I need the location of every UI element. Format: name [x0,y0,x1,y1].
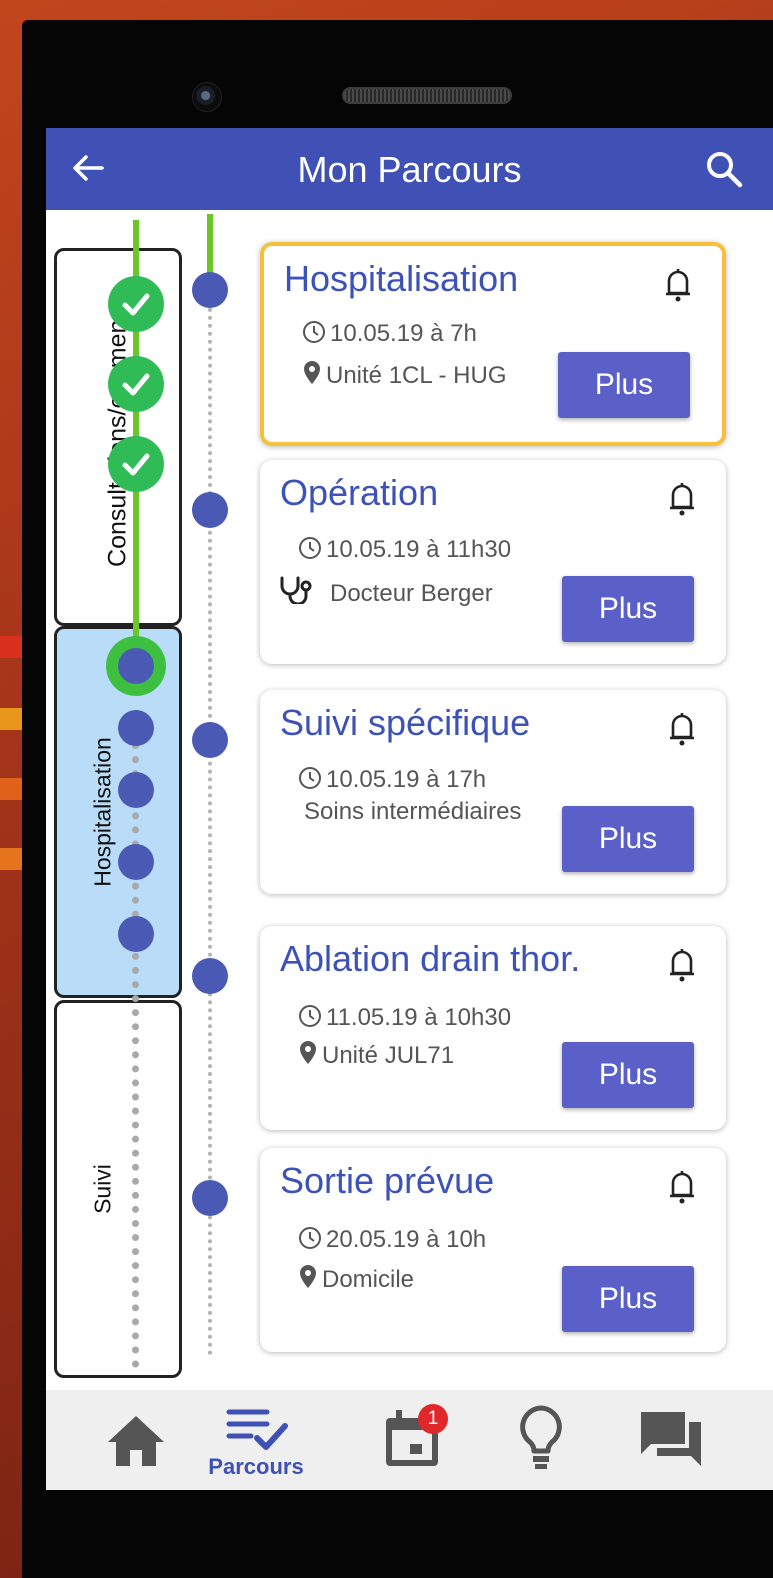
clock-icon [299,1227,321,1249]
nav-ideas[interactable] [506,1390,576,1490]
front-camera [192,82,222,112]
location-pin-icon [300,1041,316,1064]
bell-icon[interactable] [664,708,700,748]
plus-button[interactable]: Plus [558,352,690,418]
lightbulb-icon [520,1405,562,1469]
home-icon [108,1416,164,1466]
bell-icon[interactable] [660,264,696,304]
phase-step-dot [118,710,154,746]
phase-pending-line [132,728,139,1368]
notification-badge: 1 [418,1404,448,1434]
page-title: Mon Parcours [297,149,522,190]
stethoscope-icon [280,576,312,606]
event-datetime-text: 10.05.19 à 17h [326,766,487,793]
background-stripe [0,636,24,658]
phase-step-dot [118,648,154,684]
nav-label: Parcours [208,1454,304,1479]
event-datetime-text: 10.05.19 à 11h30 [326,536,512,563]
phase-step-dot [118,772,154,808]
event-title: Opération [280,472,439,513]
clock-icon [299,767,321,789]
bottom-navigation: Parcours 1 [46,1390,773,1490]
event-detail: Soins intermédiaires [304,798,521,826]
phase-suivi[interactable]: Suivi [54,1000,182,1378]
event-title: Hospitalisation [284,258,519,299]
phase-step-dot [118,844,154,880]
bell-icon[interactable] [664,944,700,984]
timeline-dot [192,722,228,758]
phase-label: Hospitalisation [89,737,116,887]
event-title: Ablation drain thor. [280,938,581,979]
background-stripe [0,848,24,870]
event-detail: Docteur Berger [278,576,493,608]
chat-icon [641,1412,701,1466]
timeline-dot [192,272,228,308]
nav-calendar[interactable]: 1 [372,1390,452,1490]
clock-icon [303,321,325,343]
completed-check-icon [108,436,164,492]
clock-icon [299,1005,321,1027]
event-title: Suivi spécifique [280,702,531,743]
timeline-dot [192,492,228,528]
completed-check-icon [108,356,164,412]
checklist-icon [226,1409,288,1450]
event-title: Sortie prévue [280,1160,495,1201]
plus-button[interactable]: Plus [562,1266,694,1332]
plus-button[interactable]: Plus [562,806,694,872]
timeline-dot [192,958,228,994]
clock-icon [299,537,321,559]
event-detail-text: Unité JUL71 [322,1042,455,1069]
event-card-sortie[interactable]: Sortie prévue 20.05.19 à 10h Domicile Pl… [260,1148,726,1352]
event-detail: Domicile [298,1264,414,1294]
event-detail: Unité 1CL - HUG [302,360,507,390]
location-pin-icon [300,1265,316,1288]
event-datetime-text: 20.05.19 à 10h [326,1226,487,1253]
app-bar: Mon Parcours [46,128,773,210]
bell-icon[interactable] [664,1166,700,1206]
completed-check-icon [108,276,164,332]
search-icon[interactable] [703,148,745,190]
event-datetime: 10.05.19 à 17h [298,766,486,794]
event-detail-text: Domicile [322,1266,415,1293]
nav-messages[interactable] [626,1390,716,1490]
event-datetime: 20.05.19 à 10h [298,1226,486,1254]
bell-icon[interactable] [664,478,700,518]
earpiece-speaker [342,87,512,104]
app-screen: Mon Parcours Consultations/examens Hospi… [46,128,773,1490]
event-datetime: 10.05.19 à 7h [302,320,477,348]
event-datetime: 10.05.19 à 11h30 [298,536,511,564]
event-datetime-text: 10.05.19 à 7h [330,320,477,347]
timeline-dot [192,1180,228,1216]
event-detail: Unité JUL71 [298,1040,454,1070]
event-card-hospitalisation[interactable]: Hospitalisation 10.05.19 à 7h Unité 1CL … [260,242,726,446]
plus-button[interactable]: Plus [562,576,694,642]
event-detail-text: Soins intermédiaires [304,798,522,825]
event-card-operation[interactable]: Opération 10.05.19 à 11h30 Docteur Berge… [260,460,726,664]
nav-parcours[interactable]: Parcours [196,1390,316,1490]
phase-label: Suivi [89,1164,116,1214]
event-detail-text: Docteur Berger [330,580,493,607]
location-pin-icon [304,361,320,384]
event-card-suivi-specifique[interactable]: Suivi spécifique 10.05.19 à 17h Soins in… [260,690,726,894]
background-stripe [0,708,24,730]
background-stripe [0,778,24,800]
event-datetime: 11.05.19 à 10h30 [298,1004,511,1032]
event-datetime-text: 11.05.19 à 10h30 [326,1004,512,1031]
plus-button[interactable]: Plus [562,1042,694,1108]
phase-step-dot [118,916,154,952]
event-detail-text: Unité 1CL - HUG [326,362,507,389]
event-card-ablation[interactable]: Ablation drain thor. 11.05.19 à 10h30 Un… [260,926,726,1130]
nav-home[interactable] [96,1390,176,1490]
